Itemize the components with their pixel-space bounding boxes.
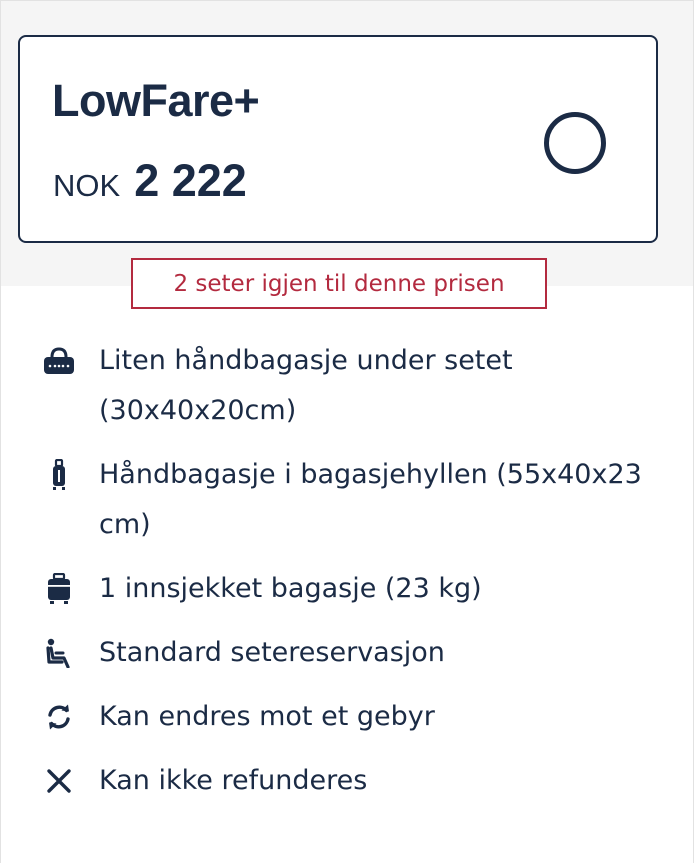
price-currency: NOK xyxy=(53,168,121,203)
feature-text: Kan ikke refunderes xyxy=(99,765,368,796)
feature-text: Håndbagasje i bagasjehyllen (55x40x23 cm… xyxy=(99,459,642,540)
seats-left-badge: 2 seter igjen til denne prisen xyxy=(131,258,547,309)
fare-features-list: Liten håndbagasje under setet (30x40x20c… xyxy=(0,336,694,820)
price-amount: 2 222 xyxy=(134,155,247,206)
change-icon xyxy=(42,700,76,734)
small-bag-icon xyxy=(42,344,76,378)
close-icon xyxy=(42,764,76,798)
feature-small-bag: Liten håndbagasje under setet (30x40x20c… xyxy=(0,336,694,436)
cabin-bag-icon xyxy=(42,458,76,492)
feature-cabin-bag: Håndbagasje i bagasjehyllen (55x40x23 cm… xyxy=(0,450,694,550)
fare-option-card[interactable]: LowFare+ NOK 2 222 xyxy=(18,35,658,243)
seat-icon xyxy=(42,636,76,670)
fare-price: NOK 2 222 xyxy=(53,155,247,207)
feature-text: Standard setereservasjon xyxy=(99,637,445,668)
feature-text: 1 innsjekket bagasje (23 kg) xyxy=(99,573,482,604)
fare-name: LowFare+ xyxy=(52,75,260,126)
feature-text: Kan endres mot et gebyr xyxy=(99,701,435,732)
feature-checked-bag: 1 innsjekket bagasje (23 kg) xyxy=(0,564,694,614)
feature-text: Liten håndbagasje under setet (30x40x20c… xyxy=(99,345,513,426)
fare-select-radio[interactable] xyxy=(544,112,606,174)
feature-change: Kan endres mot et gebyr xyxy=(0,692,694,742)
checked-bag-icon xyxy=(42,572,76,606)
feature-seat: Standard setereservasjon xyxy=(0,628,694,678)
feature-refund: Kan ikke refunderes xyxy=(0,756,694,806)
